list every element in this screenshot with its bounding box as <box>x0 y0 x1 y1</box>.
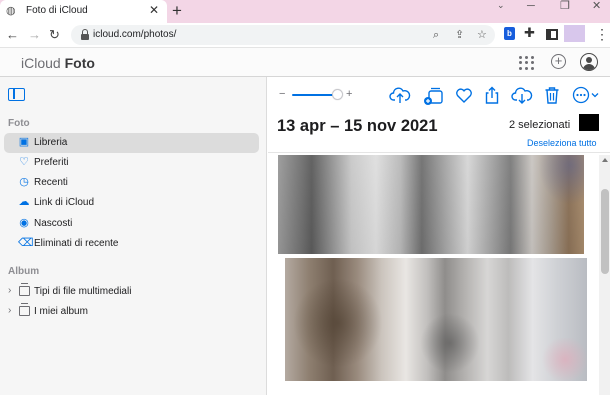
sidebar-item-label: Eliminati di recente <box>34 238 119 249</box>
scrollbar[interactable] <box>599 155 610 395</box>
sidebar-item-eliminati[interactable]: ⌫ Eliminati di recente <box>4 234 259 254</box>
selection-count: 2 selezionati <box>509 119 571 131</box>
photo-library-main: − + 13 apr – 15 nov 2021 2 selezionati D… <box>268 77 610 395</box>
more-icon[interactable] <box>571 85 601 105</box>
sidebar-item-label: Recenti <box>34 177 68 188</box>
photo-thumbnail[interactable] <box>285 258 587 381</box>
sidebar-item-tipi-file[interactable]: › Tipi di file multimediali <box>4 282 259 302</box>
selection-thumbnail <box>579 114 599 131</box>
sidebar-item-nascosti[interactable]: ◉ Nascosti <box>4 214 259 234</box>
minimize-button[interactable]: ─ <box>527 0 535 12</box>
heart-icon: ♡ <box>19 156 29 168</box>
restore-button[interactable]: ❐ <box>560 0 570 12</box>
trash-icon: ⌫ <box>18 237 34 249</box>
app-grid-icon[interactable] <box>519 56 535 70</box>
date-range-title: 13 apr – 15 nov 2021 <box>277 117 438 135</box>
browser-toolbar: ← → ↻ icloud.com/photos/ ⌕ ⇪ ☆ b ✚ ⋮ <box>0 23 610 47</box>
url-text[interactable]: icloud.com/photos/ <box>93 29 176 41</box>
deselect-all-link[interactable]: Deseleziona tutto <box>527 138 597 149</box>
sidebar-item-libreria[interactable]: ▣ Libreria <box>4 133 259 153</box>
library-icon: ▣ <box>18 136 30 148</box>
browser-tab[interactable]: ◍ Foto di iCloud ✕ <box>0 0 167 23</box>
tab-title: Foto di iCloud <box>26 5 88 16</box>
upload-icon[interactable] <box>389 85 411 105</box>
section-heading-album: Album <box>8 266 40 277</box>
favorite-heart-icon[interactable] <box>453 85 475 105</box>
cloud-link-icon: ☁ <box>18 196 30 208</box>
download-icon[interactable] <box>511 85 533 105</box>
photo-thumbnail[interactable] <box>278 155 584 254</box>
sidebar-item-label: I miei album <box>34 306 88 317</box>
address-bar[interactable]: icloud.com/photos/ ⌕ ⇪ ☆ <box>71 25 495 45</box>
search-icon[interactable]: ⌕ <box>433 28 439 42</box>
folder-icon <box>19 283 30 296</box>
sidebar-toggle-icon[interactable] <box>8 88 25 101</box>
browser-tab-strip: ◍ Foto di iCloud ✕ + ⌄ ─ ❐ ✕ <box>0 0 610 23</box>
sidebar-item-miei-album[interactable]: › I miei album <box>4 302 259 322</box>
bookmark-star-icon[interactable]: ☆ <box>477 28 487 42</box>
sidebar-item-label: Preferiti <box>34 157 69 168</box>
sidebar: Foto ▣ Libreria ♡ Preferiti ◷ Recenti ☁ … <box>0 77 267 395</box>
sidebar-item-link-icloud[interactable]: ☁ Link di iCloud <box>4 193 259 213</box>
add-to-album-icon[interactable] <box>423 85 445 105</box>
section-heading-foto: Foto <box>8 118 30 129</box>
zoom-slider-handle[interactable] <box>332 89 343 100</box>
browser-menu-icon[interactable]: ⋮ <box>595 26 609 42</box>
zoom-out-icon[interactable]: − <box>279 88 285 100</box>
sidebar-item-label: Tipi di file multimediali <box>34 286 132 297</box>
window-close-button[interactable]: ✕ <box>592 0 601 12</box>
chevron-right-icon[interactable]: › <box>8 285 11 297</box>
scrollbar-thumb[interactable] <box>601 189 609 274</box>
sidebar-item-label: Nascosti <box>34 218 73 229</box>
forward-icon[interactable]: → <box>28 27 41 43</box>
globe-favicon-icon: ◍ <box>6 5 16 17</box>
clock-icon: ◷ <box>19 176 29 188</box>
zoom-in-icon[interactable]: + <box>346 88 352 100</box>
sidebar-item-preferiti[interactable]: ♡ Preferiti <box>4 153 259 173</box>
lock-icon <box>81 29 89 40</box>
icloud-header: iCloud Foto + <box>0 47 610 77</box>
delete-icon[interactable] <box>541 85 563 105</box>
scroll-up-arrow-icon[interactable] <box>602 158 608 162</box>
profile-avatar[interactable] <box>564 25 585 42</box>
reload-icon[interactable]: ↻ <box>49 27 60 43</box>
new-tab-button[interactable]: + <box>172 1 182 21</box>
tab-close-icon[interactable]: ✕ <box>149 3 159 17</box>
bitwarden-extension-icon[interactable]: b <box>504 27 515 40</box>
account-icon[interactable] <box>580 53 598 71</box>
back-icon[interactable]: ← <box>6 27 19 43</box>
sidebar-item-recenti[interactable]: ◷ Recenti <box>4 173 259 193</box>
chevron-right-icon[interactable]: › <box>8 305 11 317</box>
extensions-puzzle-icon[interactable]: ✚ <box>524 25 535 41</box>
folder-icon <box>19 303 30 316</box>
sidebar-item-label: Link di iCloud <box>34 197 95 208</box>
app-title[interactable]: iCloud Foto <box>21 55 95 71</box>
side-panel-icon[interactable] <box>546 29 558 40</box>
sidebar-item-label: Libreria <box>34 137 68 148</box>
tab-search-chevron-icon[interactable]: ⌄ <box>497 0 505 11</box>
plus-circle-icon[interactable]: + <box>551 54 566 69</box>
share-page-icon[interactable]: ⇪ <box>455 28 464 42</box>
header-divider <box>268 152 610 153</box>
share-icon[interactable] <box>481 85 503 105</box>
eye-slash-icon: ◉ <box>19 217 29 229</box>
